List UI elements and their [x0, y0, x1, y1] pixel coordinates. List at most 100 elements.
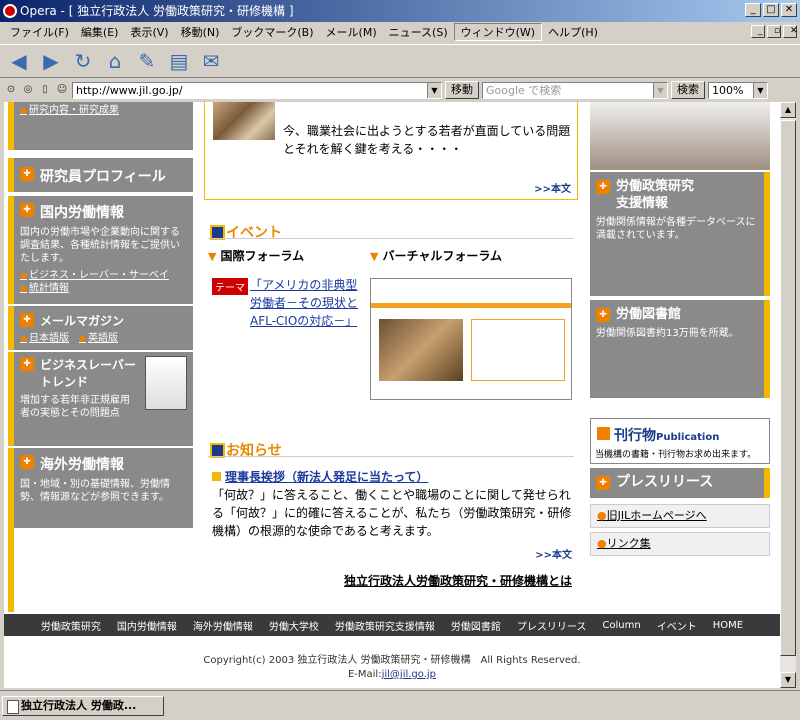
link-collection-text: リンク集	[606, 537, 651, 550]
security-icon[interactable]: ⊙	[4, 83, 18, 97]
reload-icon[interactable]: ↻	[70, 48, 96, 74]
researcher-profile-title[interactable]: 研究員プロフィール	[14, 166, 193, 186]
overseas-labor-box: 海外労働情報 国・地域・別の基礎情報、労働情勢、情報源などが参照できます。	[8, 448, 193, 528]
footer-link-overseas[interactable]: 海外労働情報	[193, 618, 253, 633]
menu-edit[interactable]: 編集(E)	[75, 24, 125, 40]
menu-news[interactable]: ニュース(S)	[383, 24, 454, 40]
address-bar: ⊙ ◎ ▯ ☺ http://www.jil.go.jp/ ▼ 移動 Googl…	[0, 80, 800, 100]
theme-link[interactable]: 「アメリカの非典型労働者－その現状とAFL-CIOの対応－」	[250, 276, 362, 330]
virtual-forum-heading: ▼ バーチャルフォーラム	[370, 249, 502, 263]
domestic-labor-title[interactable]: 国内労働情報	[14, 202, 193, 222]
overseas-labor-title[interactable]: 海外労働情報	[14, 454, 193, 474]
search-button[interactable]: 検索	[671, 81, 705, 99]
link-collection-link[interactable]: ●リンク集	[590, 532, 770, 556]
menu-bar: ファイル(F) 編集(E) 表示(V) 移動(N) ブックマーク(B) メール(…	[0, 22, 800, 42]
virtual-forum-thumbnail[interactable]	[370, 278, 572, 400]
news-more-link[interactable]: >>本文	[535, 546, 572, 561]
page-tab[interactable]: 独立行政法人 労働政...	[2, 696, 164, 716]
feature-text: 今、職業社会に出ようとする若者が直面している問題とそれを解く鍵を考える・・・・	[283, 124, 571, 156]
trend-cover-image[interactable]	[145, 356, 187, 410]
japanese-edition-link[interactable]: 日本語版	[20, 332, 69, 345]
event-section-title: イベント	[208, 222, 282, 242]
search-dropdown-icon[interactable]: ▼	[653, 82, 667, 98]
publication-title[interactable]: 刊行物Publication	[597, 425, 719, 445]
hotlist-icon[interactable]: ✎	[134, 48, 160, 74]
search-field[interactable]: Google で検索 ▼	[482, 81, 668, 99]
business-labor-trend-text: 増加する若年非正規雇用者の実態とその問題点	[20, 395, 130, 419]
footer-link-college[interactable]: 労働大学校	[269, 618, 319, 633]
mail-magazine-box: メールマガジン 日本語版 英語版	[8, 306, 193, 350]
menu-help[interactable]: ヘルプ(H)	[542, 24, 604, 40]
camera-icon[interactable]: ◎	[21, 83, 35, 97]
research-link[interactable]: 研究内容・研究成果	[14, 102, 193, 117]
url-dropdown-icon[interactable]: ▼	[427, 82, 441, 98]
mdi-close-button[interactable]: ✕	[783, 25, 798, 38]
print-icon[interactable]: ▤	[166, 48, 192, 74]
news-divider	[208, 456, 574, 457]
press-release-box[interactable]: プレスリリース	[590, 468, 770, 498]
mail-icon[interactable]: ✉	[198, 48, 224, 74]
zoom-dropdown-icon[interactable]: ▼	[753, 82, 767, 98]
close-button[interactable]: ✕	[781, 3, 797, 17]
title-bar: Opera - [ 独立行政法人 労働政策研究・研修機構 ] _ □ ✕	[0, 0, 800, 22]
researcher-photo	[213, 102, 275, 140]
footer-link-event[interactable]: イベント	[657, 618, 697, 633]
email-link[interactable]: jil@jil.go.jp	[382, 669, 436, 680]
business-labor-trend-title[interactable]: ビジネスレーバー トレンド	[14, 356, 144, 390]
vertical-scrollbar[interactable]: ▲ ▼	[780, 102, 796, 688]
labor-library-box[interactable]: 労働図書館 労働関係図書約13万冊を所蔵。	[590, 300, 770, 398]
footer-link-press[interactable]: プレスリリース	[517, 618, 587, 633]
labor-library-title[interactable]: 労働図書館	[590, 306, 764, 323]
news-headline-link[interactable]: 理事長挨拶（新法人発足に当たって）	[212, 468, 428, 485]
feature-more-link[interactable]: >>本文	[534, 180, 571, 195]
scroll-up-icon[interactable]: ▲	[780, 102, 796, 118]
page-icon[interactable]: ▯	[38, 83, 52, 97]
english-edition-link[interactable]: 英語版	[79, 332, 118, 345]
overseas-labor-text: 国・地域・別の基礎情報、労働情勢、情報源などが参照できます。	[20, 479, 170, 503]
menu-window[interactable]: ウィンドウ(W)	[453, 23, 543, 41]
about-jil-link[interactable]: 独立行政法人労働政策研究・研修機構とは	[344, 572, 572, 589]
scroll-down-icon[interactable]: ▼	[780, 672, 796, 688]
menu-mail[interactable]: メール(M)	[320, 24, 383, 40]
researcher-profile-box[interactable]: 研究員プロフィール	[8, 158, 193, 192]
old-jil-link[interactable]: ●旧JILホームページへ	[590, 504, 770, 528]
publication-box[interactable]: 刊行物Publication 当機構の書籍・刊行物お求め出来ます。	[590, 418, 770, 464]
mdi-minimize-button[interactable]: _	[751, 25, 765, 38]
maximize-button[interactable]: □	[763, 3, 779, 17]
footer-link-column[interactable]: Column	[602, 620, 640, 631]
minimize-button[interactable]: _	[745, 3, 761, 17]
user-icon[interactable]: ☺	[55, 83, 69, 97]
footer-link-domestic[interactable]: 国内労働情報	[117, 618, 177, 633]
go-button[interactable]: 移動	[445, 81, 479, 99]
research-support-title[interactable]: 労働政策研究 支援情報	[590, 178, 710, 212]
business-labor-survey-link[interactable]: ビジネス・レーバー・サーベイ	[14, 269, 193, 282]
zoom-field[interactable]: 100% ▼	[708, 81, 768, 99]
domestic-labor-box: 国内労働情報 国内の労働市場や企業動向に関する調査結果、各種統計情報をご提供いた…	[8, 196, 193, 304]
footer-link-support[interactable]: 労働政策研究支援情報	[335, 618, 435, 633]
forward-icon[interactable]: ▶	[38, 48, 64, 74]
statistics-link[interactable]: 統計情報	[14, 282, 193, 295]
back-icon[interactable]: ◀	[6, 48, 32, 74]
menu-file[interactable]: ファイル(F)	[4, 24, 75, 40]
mdi-restore-button[interactable]: ▫	[767, 25, 781, 38]
menu-view[interactable]: 表示(V)	[124, 24, 174, 40]
menu-bookmarks[interactable]: ブックマーク(B)	[225, 24, 319, 40]
menu-navigate[interactable]: 移動(N)	[175, 24, 226, 40]
intl-forum-label: 国際フォーラム	[220, 249, 305, 263]
business-labor-trend-box[interactable]: ビジネスレーバー トレンド 増加する若年非正規雇用者の実態とその問題点	[8, 352, 193, 446]
scroll-thumb[interactable]	[780, 120, 796, 656]
old-jil-text: 旧JILホームページへ	[606, 509, 707, 522]
search-placeholder: Google で検索	[486, 83, 562, 97]
theme-tag: テーマ	[212, 278, 248, 295]
home-icon[interactable]: ⌂	[102, 48, 128, 74]
forum-photo	[379, 319, 463, 381]
footer-link-library[interactable]: 労働図書館	[451, 618, 501, 633]
url-text: http://www.jil.go.jp/	[76, 83, 183, 97]
research-support-box[interactable]: 労働政策研究 支援情報 労働関係情報が各種データベースに満載されています。	[590, 172, 770, 296]
press-release-title[interactable]: プレスリリース	[590, 474, 764, 491]
url-field[interactable]: http://www.jil.go.jp/ ▼	[72, 81, 442, 99]
footer-link-home[interactable]: HOME	[713, 620, 743, 631]
labor-library-text: 労働関係図書約13万冊を所蔵。	[596, 328, 739, 339]
domestic-labor-text: 国内の労働市場や企業動向に関する調査結果、各種統計情報をご提供いたします。	[20, 227, 180, 264]
footer-link-policy-research[interactable]: 労働政策研究	[41, 618, 101, 633]
